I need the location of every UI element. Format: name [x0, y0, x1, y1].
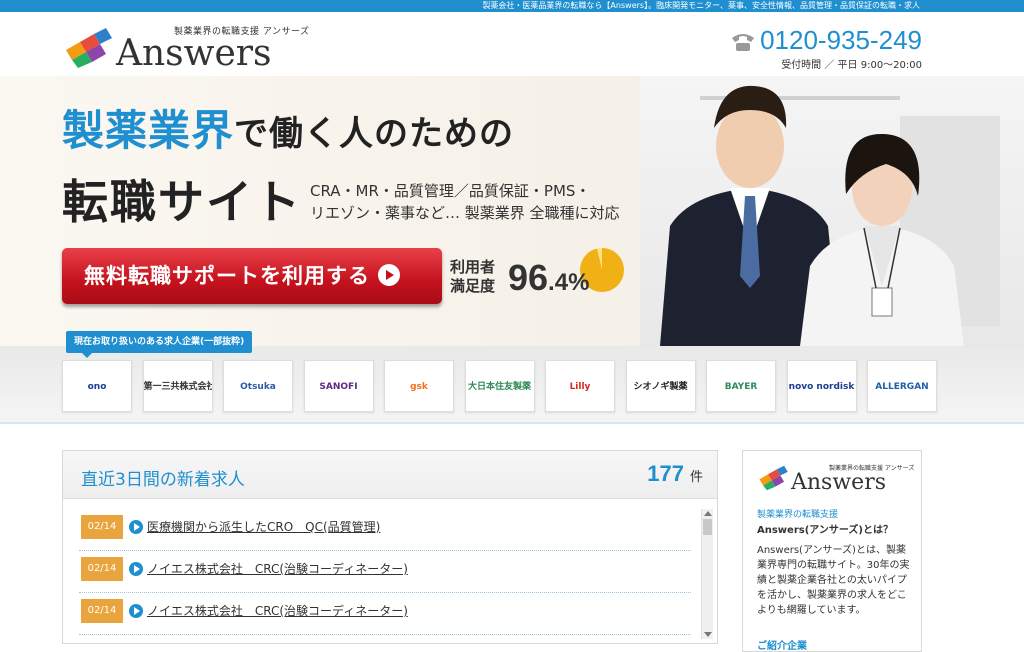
side-description: Answers(アンサーズ)とは、製薬業界専門の転職サイト。30年の実績と製薬企…: [757, 545, 910, 616]
hero-banner: 製薬業界で働く人のための 転職サイト CRA・MR・品質管理／品質保証・PMS・…: [0, 76, 1024, 346]
new-jobs-panel: 直近3日間の新着求人 177 件 02/14 医療機関から派生したCRO QC(品質…: [62, 450, 718, 644]
new-jobs-header: 直近3日間の新着求人 177 件: [63, 451, 717, 499]
puzzle-logo-icon: [759, 465, 788, 491]
company-logo-label: BAYER: [724, 382, 758, 392]
play-arrow-icon: [129, 562, 143, 576]
satisfaction-value: 96.4%: [508, 256, 589, 305]
play-arrow-icon: [129, 604, 143, 618]
business-people-photo: [660, 85, 964, 346]
new-jobs-count-value: 177: [647, 461, 684, 486]
side-heading: Answers(アンサーズ)とは？: [757, 525, 893, 536]
hero-subtext-line1: CRA・MR・品質管理／品質保証・PMS・: [310, 182, 591, 200]
play-arrow-icon: [129, 520, 143, 534]
hero-headline-highlight: 製薬業界: [62, 106, 235, 155]
new-jobs-count: 177 件: [647, 461, 703, 487]
scrollbar-thumb[interactable]: [703, 519, 712, 535]
free-support-cta-button[interactable]: 無料転職サポートを利用する: [62, 248, 442, 304]
satisfaction-value-int: 96: [508, 257, 549, 298]
new-jobs-list[interactable]: 02/14 医療機関から派生したCRO QC(品質管理) 02/14 ノイエス株式会社…: [79, 509, 691, 639]
company-logo-label: 大日本住友製薬: [467, 382, 531, 392]
company-logo[interactable]: novo nordisk: [786, 360, 857, 412]
hero-subtext-line2: リエゾン・薬事など… 製薬業界 全職種に対応: [310, 204, 620, 222]
company-logo[interactable]: 第一三共株式会社: [142, 360, 213, 412]
company-logo-label: ono: [87, 382, 107, 392]
company-logo[interactable]: SANOFI: [303, 360, 374, 412]
satisfaction-badge: 利用者満足度 96.4%: [450, 248, 630, 306]
phone-number: 0120-935-249: [760, 25, 922, 55]
phone-number-link[interactable]: 0120-935-249: [730, 26, 922, 54]
company-logo-label: novo nordisk: [788, 382, 855, 392]
company-logo[interactable]: ALLERGAN: [867, 360, 937, 412]
top-strip-text: 製薬会社・医薬品業界の転職なら【Answers】。臨床開発モニター、薬事、安全性…: [482, 1, 920, 10]
job-date-badge: 02/14: [81, 599, 123, 623]
company-logo-label: SANOFI: [319, 382, 358, 392]
client-companies-tag: 現在お取り扱いのある求人企業(一部抜粋): [66, 331, 253, 358]
side-logo-wordmark: Answers: [791, 470, 887, 495]
company-logo[interactable]: シオノギ製薬: [625, 360, 696, 412]
company-logo[interactable]: Lilly: [545, 360, 615, 412]
company-logo[interactable]: 大日本住友製薬: [464, 360, 535, 412]
scroll-up-icon[interactable]: [704, 511, 712, 516]
side-logo[interactable]: 製薬業界の転職支援 アンサーズ Answers: [757, 463, 914, 495]
job-row: 02/14 ノイエス株式会社 CRC(治験コーディネーター): [79, 593, 691, 635]
site-logo[interactable]: 製薬業界の転職支援 アンサーズ Answers: [62, 24, 309, 74]
company-logo[interactable]: BAYER: [706, 360, 776, 412]
job-row: 02/14 医療機関から派生したCRO QC(品質管理): [79, 509, 691, 551]
puzzle-logo-icon: [66, 28, 112, 68]
satisfaction-value-dec: .4%: [548, 269, 590, 296]
side-subheading: 製薬業界の転職支援: [757, 510, 839, 520]
side-section-title[interactable]: ご紹介企業: [757, 637, 807, 652]
hero-subtext: CRA・MR・品質管理／品質保証・PMS・ リエゾン・薬事など… 製薬業界 全職…: [310, 180, 620, 224]
phone-contact: 0120-935-249 受付時間 ／ 平日 9:00〜20:00: [730, 26, 922, 71]
job-title-link[interactable]: 医療機関から派生したCRO QC(品質管理): [147, 518, 380, 535]
job-title-link[interactable]: ノイエス株式会社 CRC(治験コーディネーター): [147, 602, 408, 619]
job-title-link[interactable]: ノイエス株式会社 CRC(治験コーディネーター): [147, 560, 408, 577]
about-side-panel: 製薬業界の転職支援 アンサーズ Answers 製薬業界の転職支援 Answer…: [742, 450, 922, 652]
new-jobs-count-unit: 件: [689, 470, 703, 485]
scroll-down-icon[interactable]: [704, 632, 712, 637]
company-logo-label: gsk: [410, 382, 428, 392]
company-logo-label: Otsuka: [240, 382, 276, 392]
job-row: 02/14 ノイエス株式会社 CRC(治験コーディネーター): [79, 551, 691, 593]
cta-label: 無料転職サポートを利用する: [84, 264, 370, 288]
hero-headline: 製薬業界で働く人のための: [62, 106, 514, 159]
company-logo-label: Lilly: [569, 382, 591, 392]
company-logo[interactable]: gsk: [384, 360, 454, 412]
company-logo-label: ALLERGAN: [875, 382, 929, 392]
top-strip: 製薬会社・医薬品業界の転職なら【Answers】。臨床開発モニター、薬事、安全性…: [0, 0, 1024, 12]
new-jobs-title: 直近3日間の新着求人: [81, 470, 245, 490]
hero-headline-line2: 転職サイト: [62, 175, 302, 229]
company-logo[interactable]: Otsuka: [223, 360, 293, 412]
job-date-badge: 02/14: [81, 515, 123, 539]
logo-wordmark: Answers: [116, 33, 272, 74]
hero-headline-rest: で働く人のための: [234, 114, 515, 154]
jobs-scrollbar[interactable]: [701, 509, 713, 639]
company-logo[interactable]: ono: [62, 360, 132, 412]
site-header: 製薬業界の転職支援 アンサーズ Answers 0120-935-249 受付時…: [0, 12, 1024, 76]
telephone-icon: [732, 34, 755, 52]
job-date-badge: 02/14: [81, 557, 123, 581]
arrow-right-circle-icon: [378, 264, 400, 286]
phone-hours: 受付時間 ／ 平日 9:00〜20:00: [781, 60, 922, 71]
company-logo-label: 第一三共株式会社: [143, 382, 213, 392]
satisfaction-label: 利用者満足度: [450, 258, 496, 295]
company-logo-label: シオノギ製薬: [633, 382, 688, 392]
